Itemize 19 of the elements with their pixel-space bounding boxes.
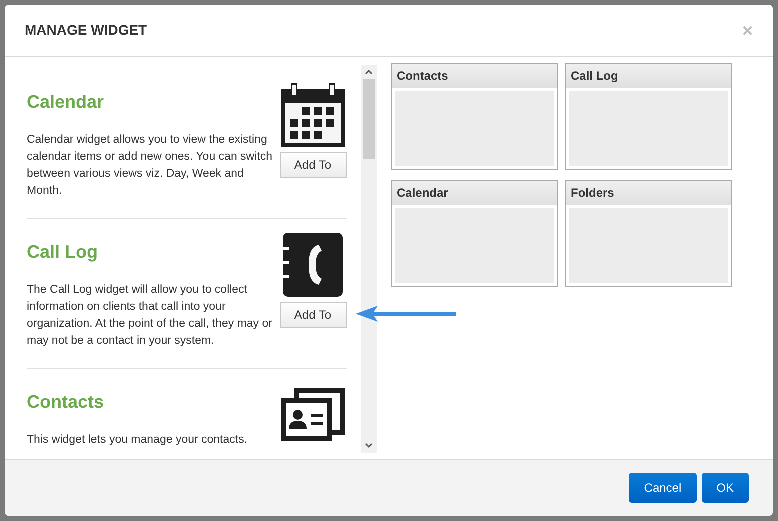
- dialog-button[interactable]: OK: [702, 473, 749, 503]
- widget-title: Contacts: [27, 391, 106, 414]
- card-title: Call Log: [566, 64, 731, 88]
- add-to-button[interactable]: Add To: [280, 152, 346, 178]
- widget-description: The Call Log widget will allow you to collect information on clients that call into your organization. At the point of the call, they may or may not be a contact in your system.: [27, 283, 274, 349]
- card-title: Folders: [566, 181, 731, 205]
- scrollbar[interactable]: [361, 65, 377, 453]
- dialog-button[interactable]: Cancel: [629, 473, 697, 503]
- calendar-icon: [281, 83, 345, 147]
- widget-description: Calendar widget allows you to view the existing calendar items or add new ones. You can switch between various views viz. Day, Week and Month.: [27, 133, 274, 199]
- phone-book-icon: [281, 233, 345, 297]
- dialog-title: MANAGE WIDGET: [25, 21, 148, 40]
- widget-title: Calendar: [27, 91, 106, 114]
- widget-description: This widget lets you manage your contacts.: [27, 433, 249, 448]
- add-to-button[interactable]: Add To: [280, 302, 346, 328]
- card-title: Calendar: [392, 181, 557, 205]
- widget-title: Call Log: [27, 241, 99, 264]
- card-title: Contacts: [392, 64, 557, 88]
- scroll-thumb[interactable]: [363, 79, 375, 159]
